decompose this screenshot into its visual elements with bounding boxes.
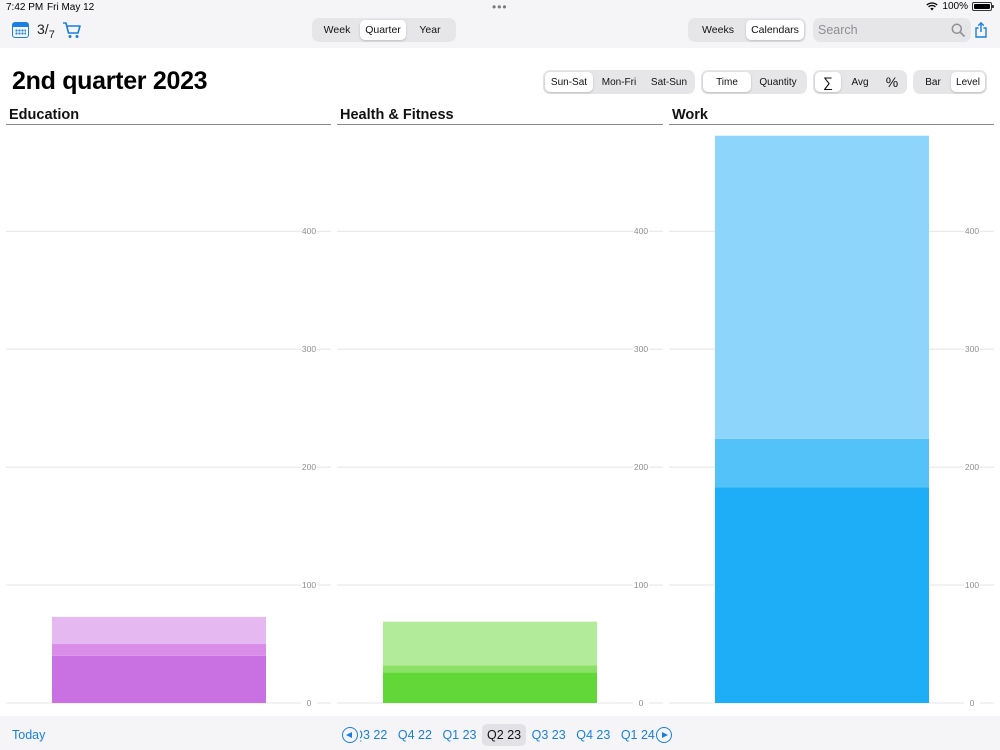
y-tick-label: 400 <box>634 226 648 236</box>
next-arrow-icon[interactable] <box>656 727 672 743</box>
chart-area: 0 100 200 300 400 0 100 200 300 400 0 100 200 300 400 <box>6 135 994 708</box>
quarter-q3-23[interactable]: Q3 23 <box>526 724 571 746</box>
wifi-icon <box>926 2 939 11</box>
quarter-navigator: Q3 22Q4 22Q1 23Q2 23Q3 23Q4 23Q1 24 <box>340 724 676 746</box>
status-date: Fri May 12 <box>47 2 95 13</box>
y-tick-label: 0 <box>639 698 644 708</box>
tab-week[interactable]: Week <box>314 20 360 40</box>
status-time: 7:42 PM <box>6 2 44 13</box>
bar-segment <box>715 438 929 488</box>
tab-quarter[interactable]: Quarter <box>360 20 406 40</box>
bar-segment <box>715 487 929 703</box>
search-bar[interactable] <box>813 18 971 42</box>
aggregate-option-sum[interactable]: ∑ <box>815 72 841 92</box>
panel-title-health: Health & Fitness <box>340 107 454 123</box>
tab-year[interactable]: Year <box>406 20 454 40</box>
week-option-sun-sat[interactable]: Sun-Sat <box>545 72 593 92</box>
y-tick-label: 0 <box>970 698 975 708</box>
y-tick-label: 200 <box>634 462 648 472</box>
view-segmented-control: Weeks Calendars <box>688 18 806 42</box>
bottom-bar: Today Q3 22Q4 22Q1 23Q2 23Q3 23Q4 23Q1 2… <box>0 716 1000 750</box>
bar-segment <box>715 135 929 439</box>
multitasking-dots[interactable]: ••• <box>492 0 508 14</box>
quarter-q2-23[interactable]: Q2 23 <box>481 724 527 746</box>
search-input[interactable] <box>813 18 943 42</box>
y-tick-label: 0 <box>307 698 312 708</box>
bar-segment <box>383 621 597 666</box>
quarter-q1-23[interactable]: Q1 23 <box>437 724 482 746</box>
week-option-sat-sun[interactable]: Sat-Sun <box>645 72 693 92</box>
period-segmented-control: Week Quarter Year <box>312 18 456 42</box>
quarter-q4-22[interactable]: Q4 22 <box>393 724 438 746</box>
quarter-q4-23[interactable]: Q4 23 <box>571 724 616 746</box>
week-range-control: Sun-Sat Mon-Fri Sat-Sun <box>543 70 695 94</box>
today-button[interactable]: Today <box>12 728 45 742</box>
measure-option-time[interactable]: Time <box>703 72 751 92</box>
quarter-q3-22[interactable]: Q3 22 <box>360 724 393 746</box>
previous-arrow-icon[interactable] <box>342 727 358 743</box>
bar-segment <box>383 672 597 703</box>
panel-title-education: Education <box>9 107 80 123</box>
aggregate-option-avg[interactable]: Avg <box>841 72 879 92</box>
y-tick-label: 300 <box>302 344 316 354</box>
calendar-count-total: 7 <box>48 28 55 41</box>
bar-segment <box>52 655 266 703</box>
status-right: 100% <box>926 1 994 12</box>
y-tick-label: 100 <box>302 580 316 590</box>
page-title: 2nd quarter 2023 <box>12 67 208 95</box>
week-option-mon-fri[interactable]: Mon-Fri <box>593 72 645 92</box>
y-tick-label: 300 <box>634 344 648 354</box>
tab-calendars[interactable]: Calendars <box>746 20 804 40</box>
bar-segment <box>383 665 597 673</box>
calendar-icon[interactable] <box>12 22 29 38</box>
bar-segment <box>52 644 266 656</box>
style-option-bar[interactable]: Bar <box>915 72 951 92</box>
style-option-level[interactable]: Level <box>951 72 985 92</box>
panel-title-work: Work <box>672 107 708 123</box>
tab-weeks[interactable]: Weeks <box>690 20 746 40</box>
aggregate-control: ∑ Avg% <box>813 70 907 94</box>
chart-style-control: Bar Level <box>913 70 987 94</box>
y-tick-label: 100 <box>634 580 648 590</box>
quarter-q1-24[interactable]: Q1 24 <box>616 724 656 746</box>
measure-control: Time Quantity <box>701 70 807 94</box>
y-tick-label: 100 <box>965 580 979 590</box>
search-icon <box>951 23 965 37</box>
y-tick-label: 400 <box>302 226 316 236</box>
status-bar: 7:42 PM Fri May 12 ••• 100% <box>0 0 1000 14</box>
bar-segment <box>52 616 266 645</box>
y-tick-label: 200 <box>302 462 316 472</box>
toolbar: 3/7 Week Quarter Year Weeks Calendars <box>0 14 1000 48</box>
y-tick-label: 300 <box>965 344 979 354</box>
aggregate-option-percent[interactable]: % <box>879 72 905 92</box>
y-tick-label: 400 <box>965 226 979 236</box>
quarter-strip[interactable]: Q3 22Q4 22Q1 23Q2 23Q3 23Q4 23Q1 24 <box>360 724 656 746</box>
cart-icon[interactable] <box>62 20 82 40</box>
battery-percent: 100% <box>942 1 968 12</box>
measure-option-quantity[interactable]: Quantity <box>751 72 805 92</box>
calendar-count[interactable]: 3/7 <box>37 21 55 41</box>
share-icon[interactable] <box>974 22 988 38</box>
y-tick-label: 200 <box>965 462 979 472</box>
calendar-count-selected: 3 <box>37 21 45 37</box>
battery-icon <box>972 2 994 11</box>
